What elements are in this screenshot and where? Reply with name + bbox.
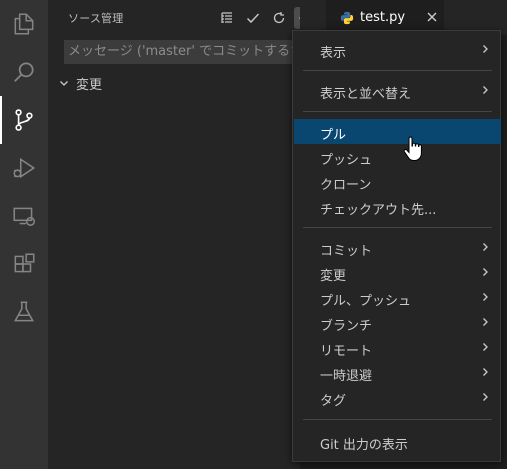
view-as-tree-icon[interactable]	[216, 7, 238, 29]
commit-message-input[interactable]: メッセージ ('master' でコミットするた	[64, 40, 300, 64]
menu-item-pull-push[interactable]: プル、プッシュ	[294, 285, 501, 310]
menu-separator	[303, 111, 492, 112]
menu-item-tags[interactable]: タグ	[294, 385, 501, 410]
menu-item-pull[interactable]: プル	[294, 119, 501, 144]
menu-item-label: 表示	[320, 46, 347, 61]
menu-item-branch[interactable]: ブランチ	[294, 310, 501, 335]
menu-item-label: 変更	[320, 269, 347, 284]
run-debug-icon[interactable]	[0, 144, 48, 192]
testing-icon[interactable]	[0, 288, 48, 336]
activity-bar	[0, 0, 48, 469]
menu-item-view[interactable]: 表示	[294, 37, 501, 62]
menu-item-label: Git 出力の表示	[320, 438, 408, 453]
menu-item-label: リモート	[320, 344, 373, 359]
chevron-right-icon	[483, 318, 488, 326]
close-icon[interactable]	[424, 9, 440, 25]
hand-cursor-icon	[403, 136, 422, 161]
chevron-right-icon	[483, 368, 488, 376]
explorer-icon[interactable]	[0, 0, 48, 48]
chevron-right-icon	[483, 343, 488, 351]
chevron-right-icon	[483, 45, 488, 53]
chevron-down-icon	[60, 81, 68, 86]
chevron-right-icon	[483, 86, 488, 94]
sidebar-header: ソース管理	[48, 0, 316, 35]
extensions-icon[interactable]	[0, 240, 48, 288]
source-control-icon[interactable]	[0, 96, 48, 144]
menu-item-label: ブランチ	[320, 319, 373, 334]
menu-item-changes[interactable]: 変更	[294, 260, 501, 285]
menu-item-label: プル、プッシュ	[320, 294, 412, 309]
menu-separator	[303, 70, 492, 71]
chevron-right-icon	[483, 393, 488, 401]
search-icon[interactable]	[0, 48, 48, 96]
chevron-right-icon	[483, 293, 488, 301]
source-control-sidebar: ソース管理 メッセージ ('master' でコミットするた 変更	[48, 0, 316, 469]
chevron-right-icon	[483, 268, 488, 276]
menu-item-show-git-output[interactable]: Git 出力の表示	[294, 429, 501, 454]
more-actions-menu: 表示 表示と並べ替え プル プッシュ クローン チェックアウト先... コミット…	[292, 30, 501, 462]
menu-item-clone[interactable]: クローン	[294, 169, 501, 194]
changes-label: 変更	[76, 77, 103, 93]
chevron-right-icon	[483, 243, 488, 251]
menu-item-label: 表示と並べ替え	[320, 87, 412, 102]
python-icon	[340, 11, 354, 25]
menu-item-label: 一時退避	[320, 369, 373, 384]
menu-item-stash[interactable]: 一時退避	[294, 360, 501, 385]
menu-item-label: クローン	[320, 178, 372, 193]
sidebar-title: ソース管理	[68, 12, 124, 25]
menu-separator	[303, 227, 492, 228]
menu-separator	[303, 419, 492, 420]
menu-item-commit[interactable]: コミット	[294, 235, 501, 260]
tab-label: test.py	[360, 10, 406, 25]
changes-group[interactable]: 変更	[58, 73, 102, 93]
menu-item-label: チェックアウト先...	[320, 203, 437, 218]
menu-item-label: プッシュ	[320, 153, 373, 168]
refresh-icon[interactable]	[268, 7, 290, 29]
remote-explorer-icon[interactable]	[0, 192, 48, 240]
menu-item-label: プル	[320, 128, 347, 143]
menu-item-checkout-to[interactable]: チェックアウト先...	[294, 194, 501, 219]
menu-item-label: タグ	[320, 394, 347, 409]
menu-item-remote[interactable]: リモート	[294, 335, 501, 360]
menu-item-push[interactable]: プッシュ	[294, 144, 501, 169]
commit-check-icon[interactable]	[242, 7, 264, 29]
menu-item-view-and-sort[interactable]: 表示と並べ替え	[294, 78, 501, 103]
menu-item-label: コミット	[320, 244, 373, 259]
